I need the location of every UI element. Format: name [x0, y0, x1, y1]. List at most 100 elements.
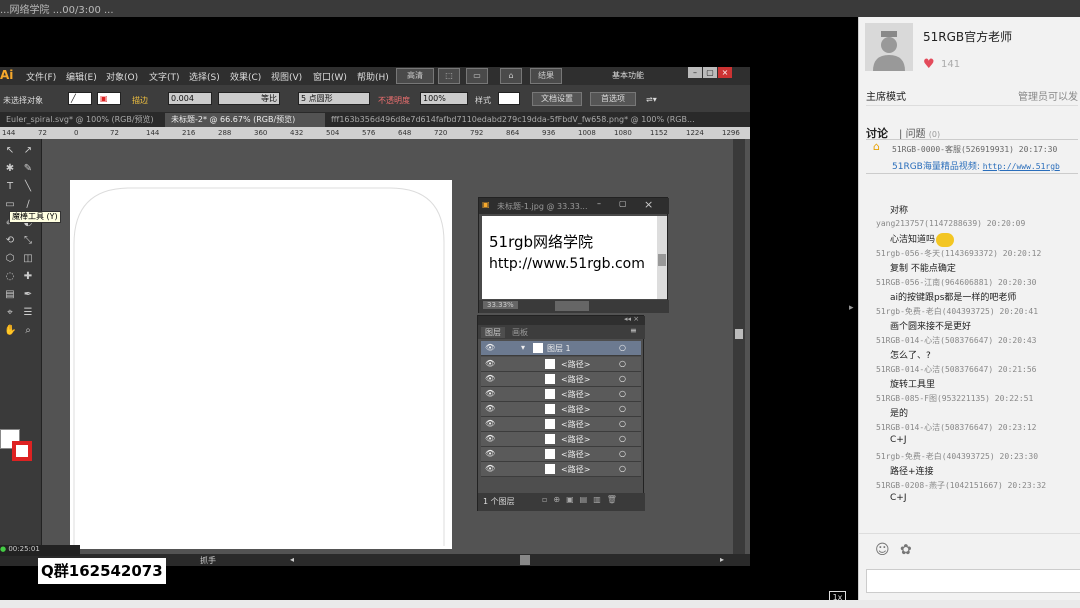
tool-icon[interactable]: ⟲ — [4, 235, 16, 247]
tool-icon[interactable]: ↗ — [22, 145, 34, 157]
tool-icon[interactable]: ▭ — [4, 199, 16, 211]
tool-icon[interactable]: ⌖ — [4, 307, 16, 319]
path-row[interactable]: 👁 <路径> ○ — [481, 417, 641, 432]
fill-stroke-icon[interactable] — [0, 429, 34, 463]
image-window-scrollbar[interactable] — [657, 216, 667, 299]
window-icon[interactable]: ▭ — [466, 68, 488, 84]
panel-menu-icon[interactable]: ≡ — [630, 326, 637, 335]
stroke-profile-select[interactable]: 等比 — [218, 92, 280, 105]
image-window-minimize-icon[interactable]: – — [597, 199, 601, 208]
workspace-switcher[interactable]: 基本功能 — [612, 70, 644, 81]
eye-icon[interactable]: 👁 — [485, 404, 495, 413]
smile-icon[interactable]: ☺ — [875, 542, 890, 558]
stroke-swatch[interactable]: ▣ — [97, 92, 121, 105]
image-zoom-field[interactable]: 33.33% — [483, 301, 518, 309]
arrange-icon[interactable]: ⇌▾ — [646, 95, 657, 104]
tool-icon[interactable]: ✱ — [4, 163, 16, 175]
menu-edit[interactable]: 编辑(E) — [66, 70, 97, 83]
tool-icon[interactable]: ∕ — [22, 199, 34, 211]
chat-list[interactable]: 对称 yang213757(1147288639) 20:20:09 心洁知道吗 51… — [859, 177, 1080, 532]
menu-object[interactable]: 对象(O) — [106, 70, 138, 83]
path-row[interactable]: 👁 <路径> ○ — [481, 462, 641, 477]
heart-icon[interactable]: ♥ — [923, 57, 935, 72]
eye-icon[interactable]: 👁 — [485, 449, 495, 458]
tool-icon[interactable]: ⤡ — [22, 235, 34, 247]
target-icon[interactable]: ○ — [619, 374, 626, 383]
target-icon[interactable]: ○ — [619, 389, 626, 398]
path-row[interactable]: 👁 <路径> ○ — [481, 402, 641, 417]
tool-icon[interactable]: ╲ — [22, 181, 34, 193]
tool-icon[interactable]: ▤ — [4, 289, 16, 301]
maximize-icon[interactable]: ▢ — [703, 67, 717, 78]
menu-file[interactable]: 文件(F) — [26, 70, 56, 83]
layer-actions-icons[interactable]: ▫⊕▣▤▥🗑 — [542, 495, 623, 504]
eye-icon[interactable]: 👁 — [485, 343, 495, 352]
path-row[interactable]: 👁 <路径> ○ — [481, 387, 641, 402]
tool-icon[interactable]: ✋ — [4, 325, 16, 337]
target-icon[interactable]: ○ — [619, 419, 626, 428]
eye-icon[interactable]: 👁 — [485, 434, 495, 443]
artboard[interactable] — [70, 180, 452, 549]
tab-questions[interactable]: | 问题 (0) — [899, 125, 940, 140]
target-icon[interactable]: ○ — [619, 464, 626, 473]
tool-icon[interactable]: ◫ — [22, 253, 34, 265]
scroll-left-icon[interactable]: ◂ — [290, 555, 294, 564]
style-swatch[interactable] — [498, 92, 520, 105]
eye-icon[interactable]: 👁 — [485, 464, 495, 473]
tool-icon[interactable]: ✎ — [22, 163, 34, 175]
tool-icon[interactable]: ✚ — [22, 271, 34, 283]
tab-layers[interactable]: 图层 — [481, 327, 505, 338]
target-icon[interactable]: ○ — [619, 359, 626, 368]
tab-untitled-2[interactable]: 未标题-2* @ 66.67% (RGB/预览) — [165, 113, 325, 127]
tab-euler-spiral[interactable]: Euler_spiral.svg* @ 100% (RGB/预览) — [0, 113, 165, 127]
vertical-scrollbar[interactable] — [733, 139, 745, 554]
crop-icon[interactable]: ⬚ — [438, 68, 460, 84]
tool-icon[interactable]: ☰ — [22, 307, 34, 319]
tool-icon[interactable]: ✒ — [22, 289, 34, 301]
preferences-button[interactable]: 首选项 — [590, 92, 636, 106]
expand-arrow-icon[interactable]: ▾ — [521, 343, 525, 352]
menu-view[interactable]: 视图(V) — [271, 70, 302, 83]
pinned-link[interactable]: http://www.51rgb — [983, 162, 1060, 171]
stroke-weight-input[interactable]: 0.004 — [168, 92, 212, 105]
tool-icon[interactable]: T — [4, 181, 16, 193]
tool-icon[interactable]: ⌕ — [22, 325, 34, 337]
image-window-titlebar[interactable]: ▣ 未标题-1.jpg @ 33.33... – ▢ × — [479, 198, 669, 214]
path-row[interactable]: 👁 <路径> ○ — [481, 372, 641, 387]
layers-panel-header[interactable]: ◂◂ × — [478, 315, 645, 325]
target-icon[interactable]: ○ — [619, 434, 626, 443]
close-icon[interactable]: × — [718, 67, 732, 78]
tab-png-file[interactable]: fff163b356d496d8e7d614fafbd7110edabd279c… — [325, 113, 730, 127]
image-page-field[interactable] — [555, 301, 589, 311]
layer-row[interactable]: 👁 ▾ 图层 1 ○ — [481, 341, 641, 356]
tool-icon[interactable]: ↖ — [4, 145, 16, 157]
document-settings-button[interactable]: 文档设置 — [532, 92, 582, 106]
brush-select[interactable]: 5 点圆形 — [298, 92, 370, 105]
menu-help[interactable]: 帮助(H) — [357, 70, 389, 83]
image-window-close-icon[interactable]: × — [644, 198, 653, 211]
chat-input[interactable] — [866, 569, 1080, 593]
eye-icon[interactable]: 👁 — [485, 359, 495, 368]
opacity-input[interactable]: 100% — [420, 92, 468, 105]
tool-icon[interactable]: ◌ — [4, 271, 16, 283]
video-player[interactable]: Ai 文件(F) 编辑(E) 对象(O) 文字(T) 选择(S) 效果(C) 视… — [0, 17, 858, 600]
eye-icon[interactable]: 👁 — [485, 389, 495, 398]
image-window-maximize-icon[interactable]: ▢ — [619, 199, 627, 208]
flower-icon[interactable]: ✿ — [900, 542, 912, 558]
collapse-sidebar-icon[interactable]: ▸ — [849, 303, 858, 317]
path-row[interactable]: 👁 <路径> ○ — [481, 432, 641, 447]
playback-speed-button[interactable]: 1x — [829, 591, 846, 600]
eye-icon[interactable]: 👁 — [485, 419, 495, 428]
result-button[interactable]: 结果 — [530, 68, 562, 84]
eye-icon[interactable]: 👁 — [485, 374, 495, 383]
collapse-icon[interactable]: ◂◂ × — [624, 315, 639, 323]
image-document-window[interactable]: ▣ 未标题-1.jpg @ 33.33... – ▢ × 51rgb网络学院 h… — [478, 197, 669, 313]
horizontal-scroll-thumb[interactable] — [520, 555, 530, 565]
tab-artboards[interactable]: 画板 — [512, 327, 528, 338]
scroll-right-icon[interactable]: ▸ — [720, 555, 724, 564]
target-icon[interactable]: ○ — [619, 343, 626, 352]
menu-type[interactable]: 文字(T) — [149, 70, 180, 83]
fill-swatch[interactable]: ╱ — [68, 92, 92, 105]
hd-button[interactable]: 高清 — [396, 68, 434, 84]
menu-window[interactable]: 窗口(W) — [313, 70, 347, 83]
